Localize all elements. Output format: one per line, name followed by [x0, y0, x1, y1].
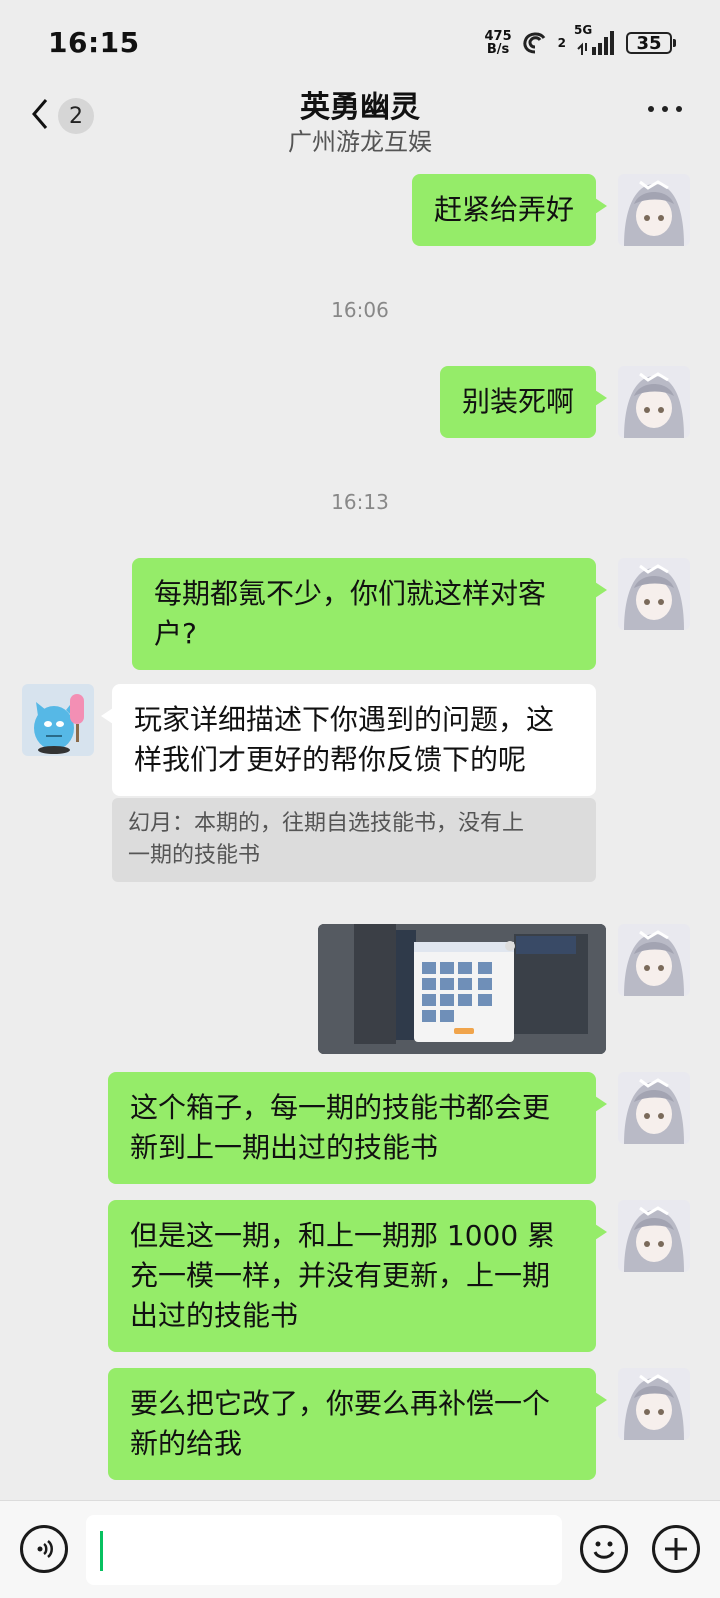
chat-header: 2 英勇幽灵 广州游龙互娱 [0, 80, 720, 160]
message-text: 别装死啊 [461, 385, 574, 418]
message-text-line: 出过的技能书 [130, 1299, 299, 1332]
message-text-line: 但是这一期，和上一期那 1000 累 [130, 1219, 556, 1252]
message-text-line: 玩家详细描述下你遇到的问题，这 [134, 703, 555, 736]
contact-avatar[interactable] [22, 684, 94, 756]
sent-message-bubble[interactable]: 每期都氪不少，你们就这样对客 户? [132, 558, 607, 670]
message-text: 赶紧给弄好 [433, 193, 574, 226]
status-indicators: 475 B/s 2 5G 35 [485, 23, 676, 58]
hotspot-icon [520, 30, 550, 56]
more-dots-icon[interactable] [648, 106, 682, 112]
quoted-text-line: 幻月：本期的，往期自选技能书，没有上 [128, 811, 525, 836]
received-message-bubble[interactable]: 玩家详细描述下你遇到的问题，这 样我们才更好的帮你反馈下的呢 [101, 684, 596, 796]
battery-indicator: 35 [626, 32, 676, 54]
network-type-label: 5G [574, 23, 593, 37]
quoted-text-line: 一期的技能书 [128, 843, 261, 868]
voice-icon[interactable] [20, 1525, 68, 1573]
text-cursor [100, 1531, 103, 1571]
sent-message-bubble[interactable]: 赶紧给弄好 [411, 174, 608, 246]
chat-title: 英勇幽灵 [300, 90, 420, 125]
emoji-icon[interactable] [580, 1525, 628, 1573]
my-avatar[interactable] [618, 1072, 690, 1144]
my-avatar[interactable] [618, 1368, 690, 1440]
my-avatar[interactable] [618, 366, 690, 438]
sent-message-bubble[interactable]: 但是这一期，和上一期那 1000 累 充一模一样，并没有更新，上一期 出过的技能… [108, 1200, 607, 1352]
message-text-line: 户? [154, 617, 197, 650]
message-list[interactable]: 赶紧给弄好 16:06 别装死啊 16:13 每期都氪不少，你们就这样对客 户? [0, 160, 720, 1500]
my-avatar[interactable] [618, 1200, 690, 1272]
chat-subtitle: 广州游龙互娱 [288, 128, 432, 156]
message-text-line: 新的给我 [130, 1427, 243, 1460]
status-bar: 16:15 475 B/s 2 5G 35 [0, 0, 720, 88]
sent-message-bubble[interactable]: 要么把它改了，你要么再补偿一个 新的给我 [108, 1368, 607, 1480]
timestamp: 16:13 [331, 490, 389, 514]
sent-message-bubble[interactable]: 这个箱子，每一期的技能书都会更 新到上一期出过的技能书 [108, 1072, 607, 1184]
plus-icon[interactable] [652, 1525, 700, 1573]
message-text-line: 样我们才更好的帮你反馈下的呢 [134, 743, 527, 776]
network-speed-unit: B/s [486, 42, 510, 57]
my-avatar[interactable] [618, 924, 690, 996]
message-text-line: 要么把它改了，你要么再补偿一个 [130, 1387, 551, 1420]
message-text-line: 每期都氪不少，你们就这样对客 [154, 577, 547, 610]
timestamp: 16:06 [331, 298, 389, 322]
quoted-message[interactable]: 幻月：本期的，往期自选技能书，没有上 一期的技能书 [112, 798, 596, 882]
sent-message-bubble[interactable]: 别装死啊 [439, 366, 608, 438]
input-bar [0, 1500, 720, 1598]
status-time: 16:15 [48, 26, 140, 59]
my-avatar[interactable] [618, 558, 690, 630]
message-text-line: 充一模一样，并没有更新，上一期 [130, 1259, 551, 1292]
image-message[interactable] [318, 924, 606, 1054]
signal-icon: 5G [574, 23, 618, 57]
my-avatar[interactable] [618, 174, 690, 246]
message-input[interactable] [86, 1515, 562, 1585]
network-speed: 475 B/s [485, 30, 512, 56]
hd-label: 2 [557, 36, 566, 50]
message-text-line: 这个箱子，每一期的技能书都会更 [130, 1091, 551, 1124]
message-text-line: 新到上一期出过的技能书 [130, 1131, 439, 1164]
